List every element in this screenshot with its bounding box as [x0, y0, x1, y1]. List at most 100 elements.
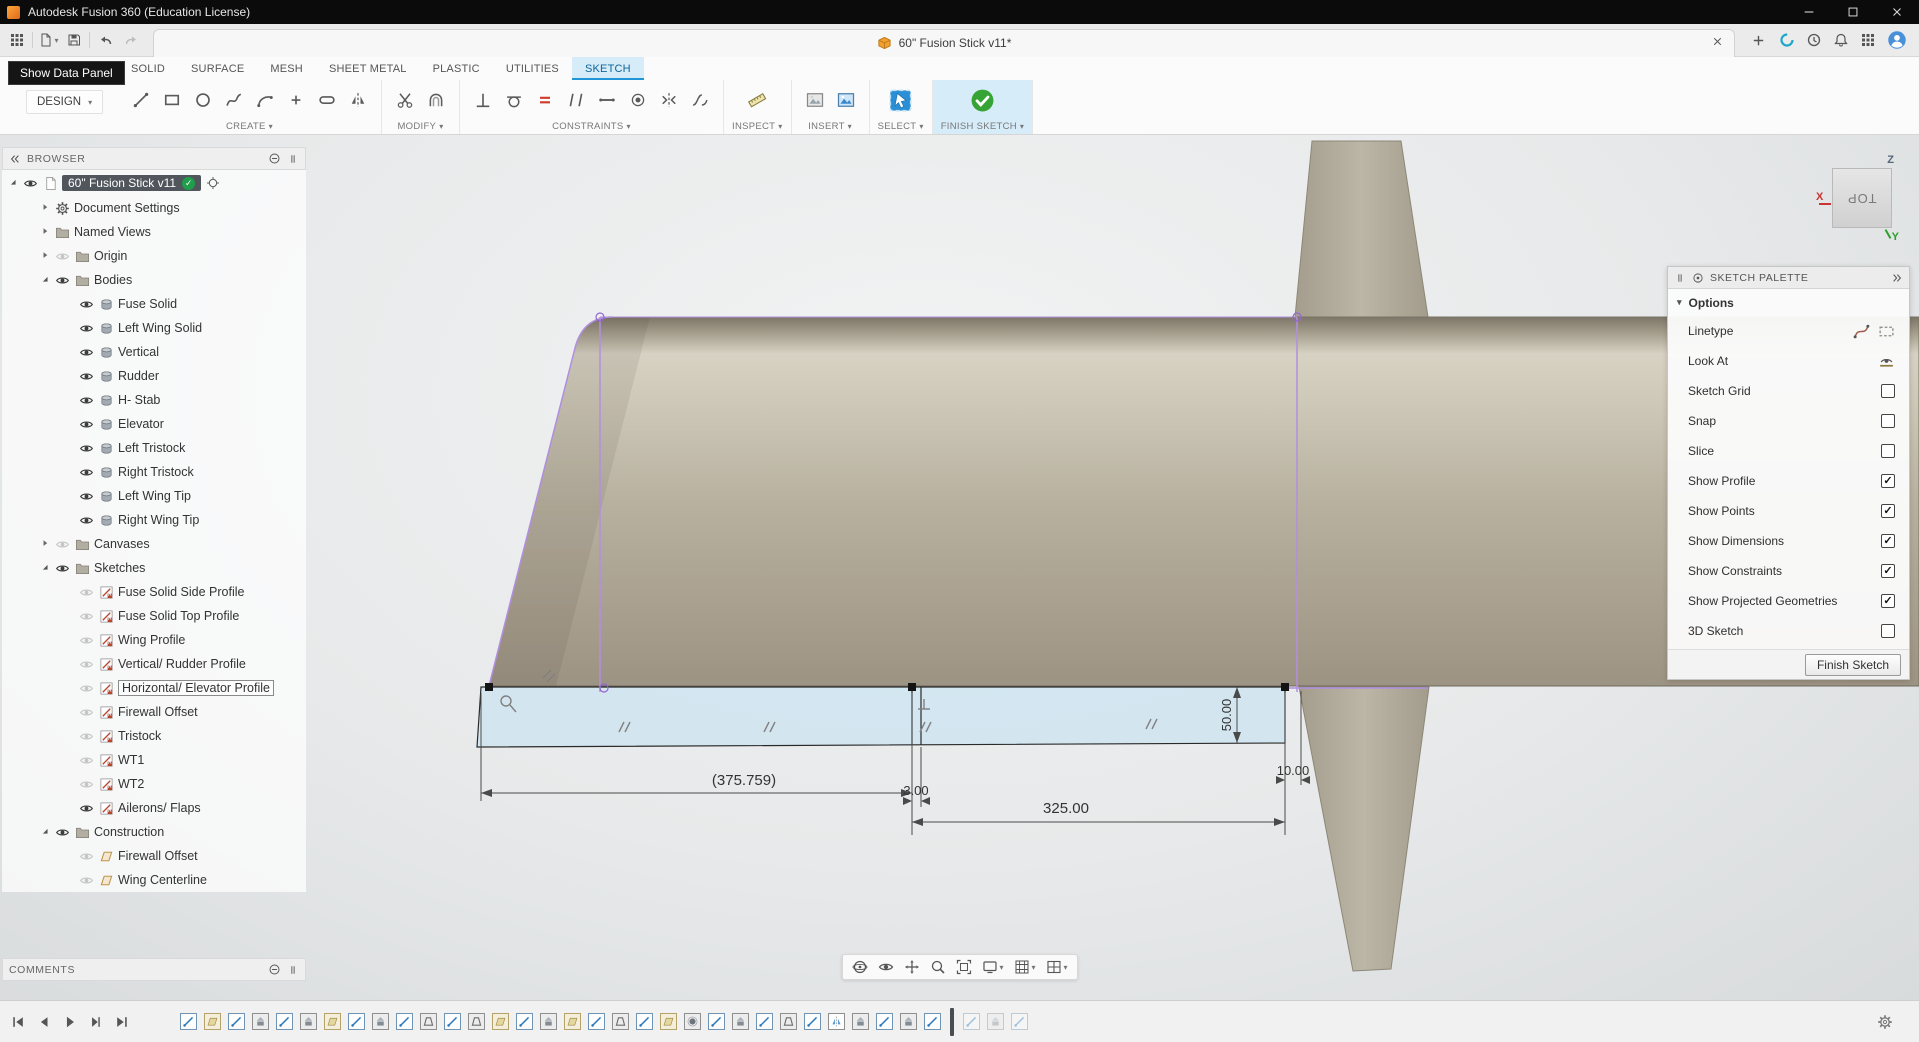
- close-window-button[interactable]: [1875, 0, 1919, 24]
- browser-item-right-wing-tip[interactable]: Right Wing Tip: [2, 508, 306, 532]
- visibility-off-icon[interactable]: [78, 657, 95, 672]
- group-label-inspect[interactable]: INSPECT▾: [732, 119, 783, 134]
- browser-root-row[interactable]: 60" Fusion Stick v11✓: [2, 170, 306, 196]
- tab-mesh[interactable]: MESH: [257, 57, 316, 80]
- group-label-modify[interactable]: MODIFY▾: [390, 119, 451, 134]
- timeline-feature-sketch[interactable]: [756, 1013, 773, 1030]
- timeline-feature-sketch[interactable]: [636, 1013, 653, 1030]
- new-tab-button[interactable]: [1743, 26, 1773, 54]
- viewports-button[interactable]: ▾: [1042, 955, 1072, 979]
- browser-item-firewall-offset[interactable]: Firewall Offset: [2, 700, 306, 724]
- visibility-on-icon[interactable]: [78, 369, 95, 384]
- browser-item-elevator[interactable]: Elevator: [2, 412, 306, 436]
- tab-sheet-metal[interactable]: SHEET METAL: [316, 57, 420, 80]
- timeline-feature-extrude[interactable]: [732, 1013, 749, 1030]
- timeline-feature-sketch[interactable]: [876, 1013, 893, 1030]
- browser-item-construction[interactable]: Construction: [2, 820, 306, 844]
- notification-history-icon[interactable]: [1806, 32, 1822, 48]
- timeline-feature-mirror[interactable]: [828, 1013, 845, 1030]
- timeline-settings-gear-icon[interactable]: [1877, 1014, 1893, 1030]
- view-cube[interactable]: TOP X Y Z: [1832, 168, 1892, 228]
- comments-collapse-icon[interactable]: [268, 963, 281, 976]
- tab-surface[interactable]: SURFACE: [178, 57, 257, 80]
- document-tab[interactable]: 60" Fusion Stick v11*: [153, 29, 1735, 57]
- spline-tool-icon[interactable]: [219, 84, 249, 116]
- visibility-on-icon[interactable]: [54, 825, 71, 840]
- jump-start-button[interactable]: [8, 1012, 28, 1032]
- checkbox-3d-sketch[interactable]: [1881, 624, 1895, 638]
- image-tool-icon[interactable]: [831, 84, 861, 116]
- visibility-on-icon[interactable]: [78, 417, 95, 432]
- select-tool-icon[interactable]: [886, 84, 916, 116]
- trim-tool-icon[interactable]: [390, 84, 420, 116]
- parallel-tool-icon[interactable]: [561, 84, 591, 116]
- arc-tool-icon[interactable]: [250, 84, 280, 116]
- timeline-feature-extrude[interactable]: [900, 1013, 917, 1030]
- browser-item-rudder[interactable]: Rudder: [2, 364, 306, 388]
- timeline-feature-extrude[interactable]: [987, 1013, 1004, 1030]
- browser-item-vertical[interactable]: Vertical: [2, 340, 306, 364]
- tab-solid[interactable]: SOLID: [118, 57, 178, 80]
- tab-close-icon[interactable]: [1711, 35, 1724, 48]
- collapse-browser-icon[interactable]: [9, 153, 21, 165]
- visibility-on-icon[interactable]: [78, 297, 95, 312]
- browser-item-bodies[interactable]: Bodies: [2, 268, 306, 292]
- point-tool-icon[interactable]: [281, 84, 311, 116]
- browser-item-fuse-solid[interactable]: Fuse Solid: [2, 292, 306, 316]
- timeline-feature-sketch[interactable]: [924, 1013, 941, 1030]
- group-label-insert[interactable]: INSERT▾: [800, 119, 861, 134]
- browser-item-named-views[interactable]: Named Views: [2, 220, 306, 244]
- visibility-off-icon[interactable]: [78, 633, 95, 648]
- symmetry-tool-icon[interactable]: [654, 84, 684, 116]
- visibility-off-icon[interactable]: [78, 585, 95, 600]
- timeline-feature-sketch[interactable]: [804, 1013, 821, 1030]
- minimize-window-button[interactable]: [1787, 0, 1831, 24]
- caret-closed-icon[interactable]: [40, 227, 51, 237]
- browser-item-canvases[interactable]: Canvases: [2, 532, 306, 556]
- checkbox-show-profile[interactable]: ✓: [1881, 474, 1895, 488]
- palette-collapse-icon[interactable]: [1891, 272, 1903, 284]
- timeline-feature-sketch[interactable]: [276, 1013, 293, 1030]
- visibility-on-icon[interactable]: [78, 801, 95, 816]
- vertical-fin-lower[interactable]: [1299, 687, 1429, 971]
- visibility-on-icon[interactable]: [54, 273, 71, 288]
- palette-options-section[interactable]: ▾ Options: [1668, 289, 1909, 316]
- redo-button[interactable]: [118, 28, 143, 53]
- browser-item-firewall-offset[interactable]: Firewall Offset: [2, 844, 306, 868]
- dim-height-label[interactable]: 50.00: [1219, 699, 1234, 732]
- linetype-construction-icon[interactable]: [1878, 323, 1895, 340]
- browser-item-h-stab[interactable]: H- Stab: [2, 388, 306, 412]
- checkbox-show-projected-geometries[interactable]: ✓: [1881, 594, 1895, 608]
- browser-item-fuse-solid-top-profile[interactable]: Fuse Solid Top Profile: [2, 604, 306, 628]
- caret-closed-icon[interactable]: [40, 251, 51, 261]
- timeline-feature-loft[interactable]: [468, 1013, 485, 1030]
- timeline-feature-sketch[interactable]: [1011, 1013, 1028, 1030]
- timeline-feature-extrude[interactable]: [852, 1013, 869, 1030]
- browser-item-document-settings[interactable]: Document Settings: [2, 196, 306, 220]
- offset-tool-icon[interactable]: [421, 84, 451, 116]
- timeline-feature-extrude[interactable]: [372, 1013, 389, 1030]
- group-label-create[interactable]: CREATE▾: [126, 119, 373, 134]
- browser-item-ailerons-flaps[interactable]: Ailerons/ Flaps: [2, 796, 306, 820]
- lookat-tool-icon[interactable]: [1878, 353, 1895, 370]
- timeline-feature-sketch[interactable]: [588, 1013, 605, 1030]
- canvas-tool-icon[interactable]: [800, 84, 830, 116]
- tab-utilities[interactable]: UTILITIES: [493, 57, 572, 80]
- timeline-feature-loft[interactable]: [780, 1013, 797, 1030]
- checkbox-show-constraints[interactable]: ✓: [1881, 564, 1895, 578]
- user-avatar-icon[interactable]: [1887, 30, 1907, 50]
- display-settings-button[interactable]: ▾: [977, 955, 1007, 979]
- timeline-feature-sketch[interactable]: [708, 1013, 725, 1030]
- timeline-feature-plane[interactable]: [492, 1013, 509, 1030]
- linetype-curve-icon[interactable]: [1853, 323, 1870, 340]
- visibility-off-icon[interactable]: [78, 873, 95, 888]
- timeline-feature-sketch[interactable]: [963, 1013, 980, 1030]
- save-button[interactable]: [61, 28, 86, 53]
- browser-item-wing-centerline[interactable]: Wing Centerline: [2, 868, 306, 892]
- mirror-tool-icon[interactable]: [343, 84, 373, 116]
- browser-item-vertical-rudder-profile[interactable]: Vertical/ Rudder Profile: [2, 652, 306, 676]
- caret-open-icon[interactable]: [8, 178, 19, 188]
- line-tool-icon[interactable]: [126, 84, 156, 116]
- apps-button[interactable]: [4, 28, 29, 53]
- maximize-window-button[interactable]: [1831, 0, 1875, 24]
